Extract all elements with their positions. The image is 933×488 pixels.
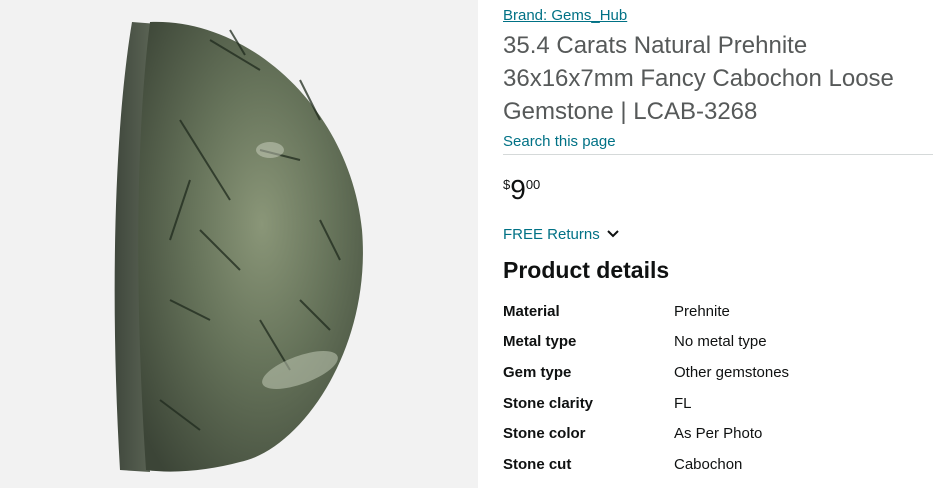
detail-label: Stone clarity — [503, 394, 594, 412]
table-row: Stone color As Per Photo — [503, 418, 933, 449]
price-symbol: $ — [503, 177, 511, 192]
detail-label: Material — [503, 302, 560, 320]
product-details-table: Material Prehnite Metal type No metal ty… — [503, 296, 933, 480]
detail-value: No metal type — [674, 333, 767, 351]
table-row: Metal type No metal type — [503, 327, 933, 358]
price: $900 — [503, 174, 540, 206]
detail-value: Prehnite — [674, 302, 730, 320]
table-row: Stone clarity FL — [503, 388, 933, 419]
detail-value: FL — [674, 394, 692, 412]
detail-label: Gem type — [503, 363, 572, 381]
chevron-down-icon — [606, 226, 620, 243]
detail-value: Cabochon — [674, 455, 743, 473]
detail-value: As Per Photo — [674, 425, 763, 443]
free-returns-label: FREE Returns — [503, 226, 600, 243]
table-row: Gem type Other gemstones — [503, 357, 933, 388]
detail-label: Stone color — [503, 425, 586, 443]
table-row: Material Prehnite — [503, 296, 933, 327]
product-title: 35.4 Carats Natural Prehnite 36x16x7mm F… — [503, 32, 894, 125]
free-returns-link[interactable]: FREE Returns — [503, 226, 620, 243]
table-row: Stone cut Cabochon — [503, 449, 933, 480]
detail-label: Metal type — [503, 333, 577, 351]
divider — [503, 154, 933, 155]
price-fraction: 00 — [525, 177, 541, 192]
price-whole: 9 — [510, 174, 526, 205]
brand-link[interactable]: Brand: Gems_Hub — [503, 7, 627, 24]
prehnite-cabochon-image — [114, 21, 363, 472]
product-image[interactable] — [0, 0, 478, 488]
detail-value: Other gemstones — [674, 363, 790, 381]
product-details-heading: Product details — [503, 257, 670, 283]
search-this-page-link[interactable]: Search this page — [503, 133, 616, 150]
detail-label: Stone cut — [503, 455, 572, 473]
